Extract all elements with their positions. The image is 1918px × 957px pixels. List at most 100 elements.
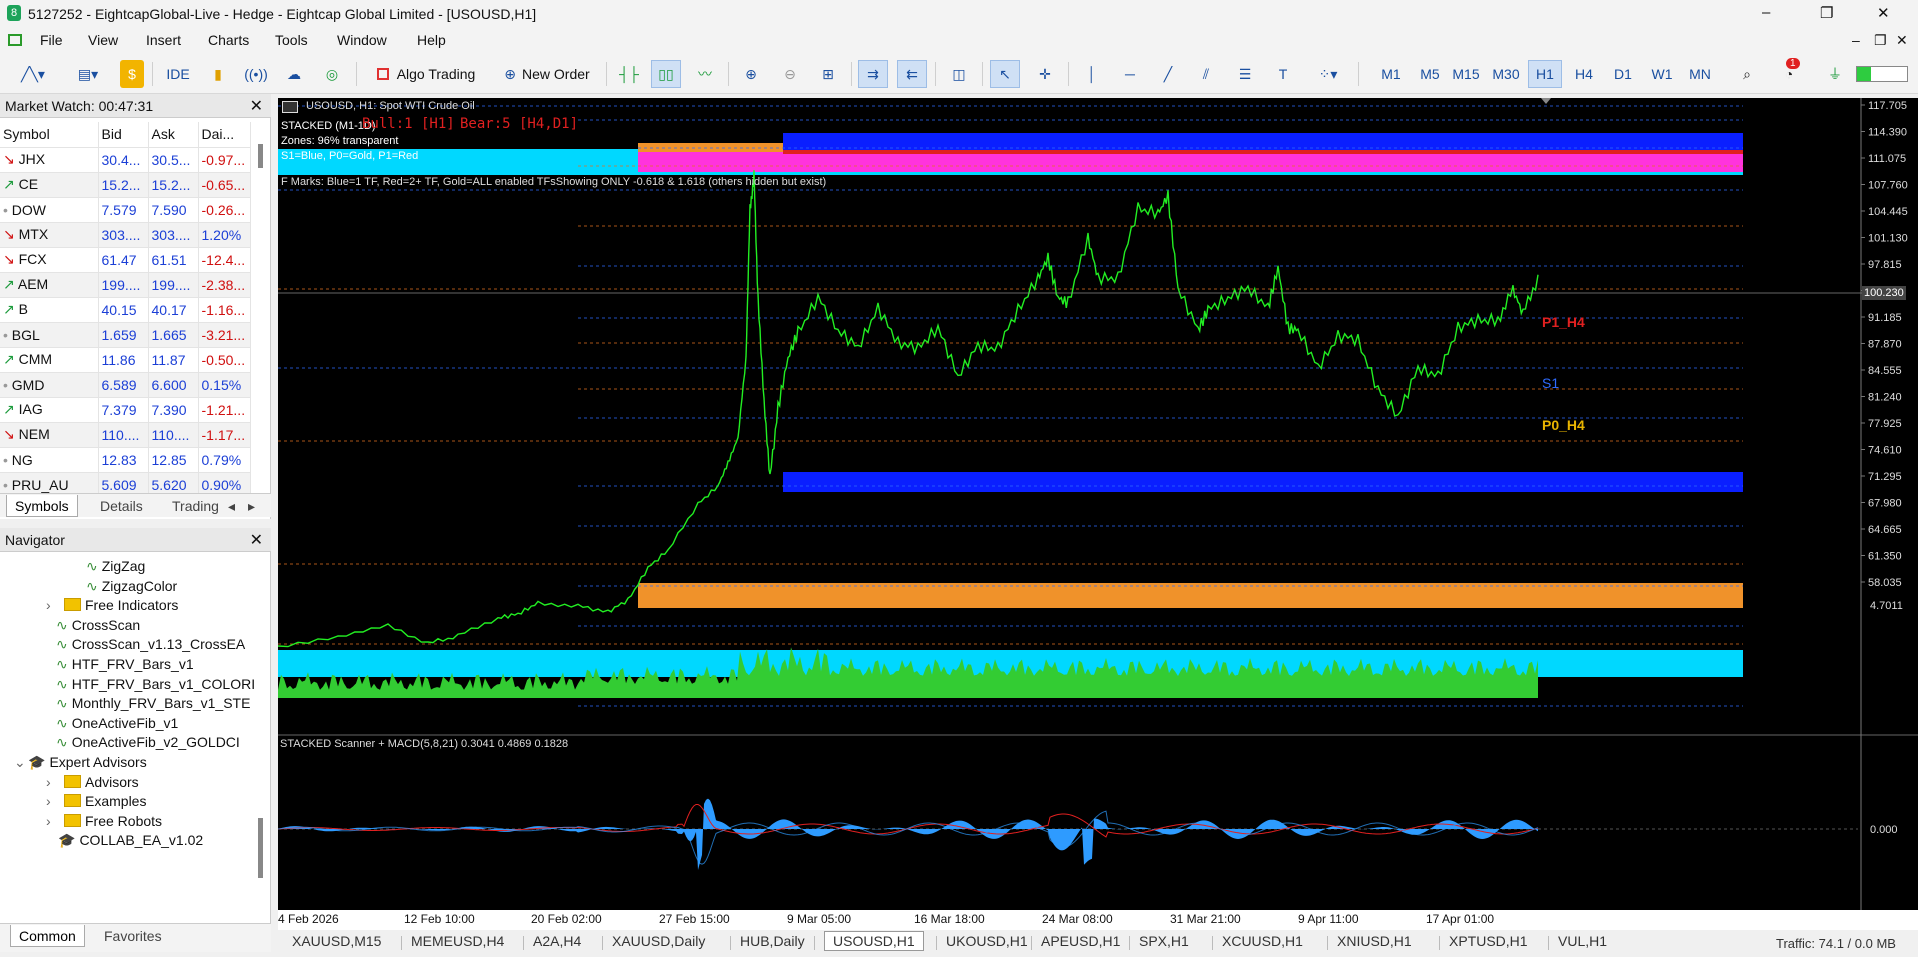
price-chart-svg[interactable]: 117.705 114.390 111.075 107.760 104.445 101.1… <box>277 98 1918 937</box>
navigator-item[interactable]: ∿ OneActiveFib_v2_GOLDCI <box>56 734 240 751</box>
timeframe-m5[interactable]: M5 <box>1413 60 1447 88</box>
text-icon[interactable]: T <box>1268 60 1298 88</box>
bar-chart-icon[interactable]: ┤├ <box>614 60 644 88</box>
tile-windows-icon[interactable]: ⊞ <box>813 60 843 88</box>
timeframe-d1[interactable]: D1 <box>1606 60 1640 88</box>
tab-common[interactable]: Common <box>10 925 85 947</box>
close-window-button[interactable]: ✕ <box>1877 4 1890 22</box>
symbol-cell[interactable]: • NG <box>0 447 99 473</box>
symbol-cell[interactable]: ↗ CMM <box>0 347 99 373</box>
timeframe-m30[interactable]: M30 <box>1489 60 1523 88</box>
chart-tab[interactable]: XCUUSD,H1 <box>1222 933 1303 949</box>
algo-trading-button[interactable]: Algo Trading <box>366 60 486 88</box>
timeframe-h1[interactable]: H1 <box>1528 60 1562 88</box>
chart-tab[interactable]: A2A,H4 <box>533 933 581 949</box>
candlestick-icon[interactable]: ▯▯ <box>651 60 681 88</box>
fibonacci-icon[interactable]: ☰ <box>1230 60 1260 88</box>
chart-area[interactable]: 117.705 114.390 111.075 107.760 104.445 101.1… <box>277 98 1918 937</box>
zoom-in-icon[interactable]: ⊕ <box>736 60 766 88</box>
channel-icon[interactable]: ⫽ <box>1191 60 1221 88</box>
navigator-item[interactable]: 🎓 COLLAB_EA_v1.02 <box>58 832 203 849</box>
market-watch-row[interactable]: ↘ NEM 110.... 110.... -1.17... <box>0 422 251 448</box>
navigator-item[interactable]: ∿ OneActiveFib_v1 <box>56 715 178 732</box>
navigator-item[interactable]: ∿ CrossScan <box>56 617 140 634</box>
collapse-chevron-icon[interactable]: ⌄ <box>14 754 26 771</box>
market-watch-row[interactable]: ↗ AEM 199.... 199.... -2.38... <box>0 272 251 298</box>
navigator-item[interactable]: ∿ ZigzagColor <box>86 578 177 595</box>
tab-details[interactable]: Details <box>92 495 151 517</box>
chart-type-icon[interactable]: ╱╲▾ <box>10 60 56 88</box>
chart-tab[interactable]: SPX,H1 <box>1139 933 1189 949</box>
strategy-tester-icon[interactable]: ▮ <box>204 60 232 88</box>
navigator-item[interactable]: ∿ CrossScan_v1.13_CrossEA <box>56 636 245 653</box>
symbol-cell[interactable]: ↗ AEM <box>0 272 99 298</box>
menu-file[interactable]: File <box>40 32 63 48</box>
signal-icon[interactable]: ((•)) <box>242 60 270 88</box>
chart-close-button[interactable]: ✕ <box>1896 32 1908 49</box>
line-chart-icon[interactable]: 〰 <box>690 60 720 88</box>
market-watch-row[interactable]: ↘ FCX 61.47 61.51 -12.4... <box>0 247 251 273</box>
symbol-cell[interactable]: ↗ B <box>0 297 99 323</box>
chart-tab[interactable]: XPTUSD,H1 <box>1449 933 1528 949</box>
market-watch-row[interactable]: ↗ B 40.15 40.17 -1.16... <box>0 297 251 323</box>
close-icon[interactable]: ✕ <box>250 530 263 550</box>
close-icon[interactable]: ✕ <box>250 96 263 116</box>
col-daily[interactable]: Dai... <box>198 122 251 148</box>
market-watch-row[interactable]: • NG 12.83 12.85 0.79% <box>0 447 251 473</box>
market-watch-row[interactable]: ↘ JHX 30.4... 30.5... -0.97... <box>0 147 251 173</box>
navigator-item[interactable]: ∿ HTF_FRV_Bars_v1_COLORI <box>56 676 255 693</box>
symbol-cell[interactable]: ↘ MTX <box>0 222 99 248</box>
templates-icon[interactable]: ▤▾ <box>66 60 110 88</box>
timeframe-h4[interactable]: H4 <box>1567 60 1601 88</box>
dollar-icon[interactable]: $ <box>120 60 144 88</box>
navigator-item[interactable]: › Advisors <box>46 774 139 790</box>
timeframe-m1[interactable]: M1 <box>1374 60 1408 88</box>
market-icon[interactable]: ☁ <box>280 60 308 88</box>
expand-chevron-icon[interactable]: › <box>46 597 51 613</box>
symbol-cell[interactable]: ↗ IAG <box>0 397 99 423</box>
timeframe-m15[interactable]: M15 <box>1449 60 1483 88</box>
chart-tab[interactable]: XAUUSD,Daily <box>612 933 705 949</box>
symbol-cell[interactable]: ↘ FCX <box>0 247 99 273</box>
symbol-cell[interactable]: • GMD <box>0 372 99 398</box>
navigator-item[interactable]: › Free Robots <box>46 813 162 829</box>
navigator-item[interactable]: ⌄ 🎓 Expert Advisors <box>14 754 147 771</box>
chart-tab[interactable]: VUL,H1 <box>1558 933 1607 949</box>
maximize-button[interactable]: ❐ <box>1820 4 1833 22</box>
col-bid[interactable]: Bid <box>98 122 149 148</box>
menu-tools[interactable]: Tools <box>275 32 308 48</box>
navigator-item[interactable]: ∿ HTF_FRV_Bars_v1 <box>56 656 194 673</box>
market-watch-row[interactable]: • GMD 6.589 6.600 0.15% <box>0 372 251 398</box>
shapes-icon[interactable]: ⁘▾ <box>1306 60 1350 88</box>
search-icon[interactable]: ⌕ <box>1732 60 1762 88</box>
navigator-scrollbar[interactable] <box>258 818 263 878</box>
chart-restore-button[interactable]: ❐ <box>1874 32 1887 49</box>
timeframe-w1[interactable]: W1 <box>1645 60 1679 88</box>
tab-scroll-left-icon[interactable]: ◂ <box>226 495 237 517</box>
market-watch-row[interactable]: • BGL 1.659 1.665 -3.21... <box>0 322 251 348</box>
autoscroll-icon[interactable]: ⇉ <box>858 60 888 88</box>
chart-tab[interactable]: APEUSD,H1 <box>1041 933 1120 949</box>
crosshair-icon[interactable]: ✛ <box>1030 60 1060 88</box>
screenshot-icon[interactable]: ◫ <box>944 60 974 88</box>
navigator-item[interactable]: › Examples <box>46 793 146 809</box>
menu-charts[interactable]: Charts <box>208 32 249 48</box>
chart-symbol-icon[interactable] <box>282 101 298 113</box>
chart-tab[interactable]: USOUSD,H1 <box>824 931 924 951</box>
navigator-item[interactable]: › Free Indicators <box>46 597 178 613</box>
timeframe-mn[interactable]: MN <box>1683 60 1717 88</box>
chart-tab[interactable]: XAUUSD,M15 <box>292 933 381 949</box>
market-watch-row[interactable]: ↗ IAG 7.379 7.390 -1.21... <box>0 397 251 423</box>
menu-help[interactable]: Help <box>417 32 446 48</box>
chart-tab[interactable]: UKOUSD,H1 <box>946 933 1028 949</box>
chart-tab[interactable]: XNIUSD,H1 <box>1337 933 1412 949</box>
tab-scroll-right-icon[interactable]: ▸ <box>246 495 257 517</box>
horizontal-line-icon[interactable]: ─ <box>1115 60 1145 88</box>
menu-insert[interactable]: Insert <box>146 32 181 48</box>
tab-trading[interactable]: Trading <box>164 495 227 517</box>
trendline-icon[interactable]: ╱ <box>1153 60 1183 88</box>
symbol-cell[interactable]: • DOW <box>0 197 99 223</box>
market-watch-row[interactable]: ↘ MTX 303.... 303.... 1.20% <box>0 222 251 248</box>
chart-tab[interactable]: MEMEUSD,H4 <box>411 933 504 949</box>
col-symbol[interactable]: Symbol <box>0 122 99 148</box>
